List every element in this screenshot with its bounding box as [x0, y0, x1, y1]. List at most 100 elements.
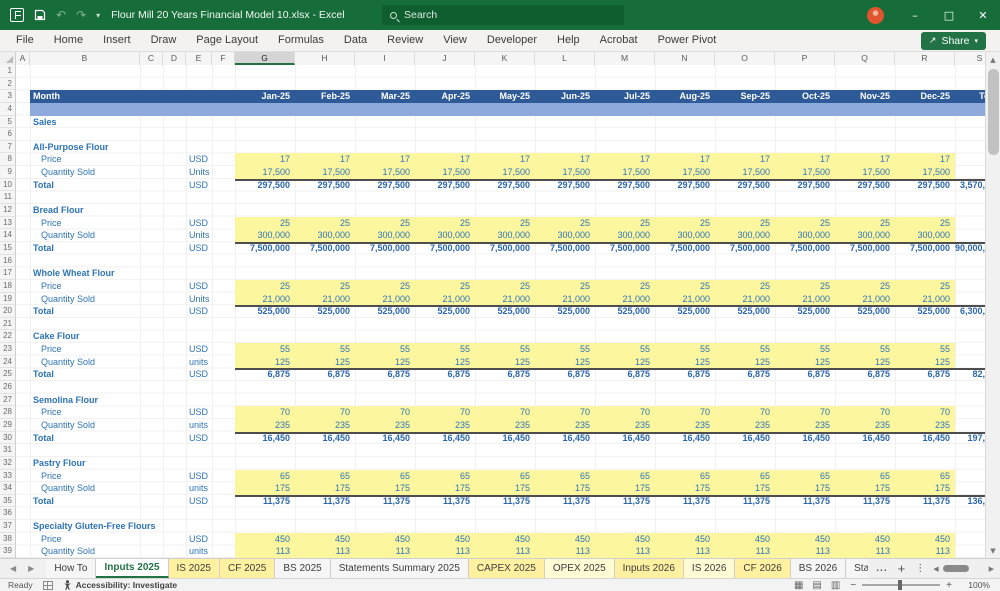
sheet-tab-inputs-2025[interactable]: Inputs 2025	[96, 559, 169, 578]
cell-quantity-value[interactable]: 300,000	[535, 229, 595, 242]
month-header-Nov-25[interactable]: Nov-25	[835, 90, 895, 103]
sheet-tab-is-2025[interactable]: IS 2025	[168, 559, 220, 578]
cell-section-name[interactable]: Semolina Flour	[30, 394, 235, 407]
cell-total-label[interactable]: Total	[30, 179, 186, 192]
cell-price-value[interactable]: 25	[775, 216, 835, 230]
cell-quantity-unit[interactable]: units	[186, 356, 235, 369]
cell-quantity-value[interactable]: 17,500	[655, 166, 715, 179]
cell-quantity-value[interactable]: 125	[355, 355, 415, 369]
normal-view-icon[interactable]: ▦	[794, 580, 803, 591]
row-header-33[interactable]: 33	[0, 469, 16, 483]
month-header-Jan-25[interactable]: Jan-25	[235, 90, 295, 103]
row-header-2[interactable]: 2	[0, 77, 16, 91]
cell-quantity-value[interactable]: 113	[295, 545, 355, 558]
cell-price-value[interactable]: 450	[895, 532, 955, 546]
column-header-G[interactable]: G	[235, 52, 295, 65]
scroll-left-icon[interactable]: ◀	[933, 565, 938, 573]
cell-price-value[interactable]: 55	[475, 343, 535, 356]
restore-button[interactable]: □	[932, 0, 966, 30]
cell-price-value[interactable]: 65	[835, 469, 895, 483]
row-header-15[interactable]: 15	[0, 241, 16, 255]
cell-quantity-value[interactable]: 235	[655, 418, 715, 432]
sheet-tab-opex-2025[interactable]: OPEX 2025	[544, 559, 615, 578]
zoom-in-icon[interactable]: +	[946, 580, 952, 591]
cell-price-value[interactable]: 450	[415, 532, 475, 546]
cell-quantity-value[interactable]: 21,000	[295, 292, 355, 306]
cell-quantity-value[interactable]: 17,500	[355, 166, 415, 179]
ribbon-tab-page-layout[interactable]: Page Layout	[186, 30, 268, 51]
cell-price-value[interactable]: 70	[235, 406, 295, 419]
column-header-J[interactable]: J	[415, 52, 475, 65]
cell-price-value[interactable]: 25	[415, 279, 475, 293]
cell-price-value[interactable]: 450	[355, 532, 415, 546]
undo-icon[interactable]: ↶	[56, 8, 66, 22]
row-header-1[interactable]: 1	[0, 65, 16, 78]
row-header-8[interactable]: 8	[0, 153, 16, 167]
column-header-C[interactable]: C	[140, 52, 163, 65]
cell-quantity-value[interactable]: 235	[835, 418, 895, 432]
save-icon[interactable]	[34, 9, 46, 21]
column-header-A[interactable]: A	[16, 52, 30, 65]
cell-quantity-value[interactable]: 300,000	[295, 229, 355, 242]
cell-quantity-value[interactable]: 125	[295, 355, 355, 369]
cell-price-value[interactable]: 17	[775, 153, 835, 167]
row-header-25[interactable]: 25	[0, 368, 16, 382]
cell-price-value[interactable]: 55	[895, 343, 955, 356]
cell-total-label[interactable]: Total	[30, 368, 186, 381]
row-header-29[interactable]: 29	[0, 418, 16, 432]
cell-total-unit[interactable]: USD	[186, 368, 235, 381]
cell-price-label[interactable]: Price	[30, 343, 186, 356]
cell-total-label[interactable]: Total	[30, 495, 186, 508]
cell-section-name[interactable]: Pastry Flour	[30, 457, 235, 470]
cell-price-value[interactable]: 65	[775, 469, 835, 483]
cell-price-value[interactable]: 25	[895, 216, 955, 230]
cell-quantity-value[interactable]: 21,000	[715, 292, 775, 306]
cell-quantity-value[interactable]: 300,000	[475, 229, 535, 242]
cell-quantity-value[interactable]: 125	[655, 355, 715, 369]
cell-quantity-unit[interactable]: units	[186, 419, 235, 432]
month-header-Feb-25[interactable]: Feb-25	[295, 90, 355, 103]
column-header-P[interactable]: P	[775, 52, 835, 65]
cell-price-value[interactable]: 450	[235, 532, 295, 546]
cell-price-value[interactable]: 450	[595, 532, 655, 546]
cell-price-value[interactable]: 65	[595, 469, 655, 483]
cell-price-value[interactable]: 25	[235, 279, 295, 293]
column-header-I[interactable]: I	[355, 52, 415, 65]
row-header-10[interactable]: 10	[0, 178, 16, 192]
row-header-27[interactable]: 27	[0, 393, 16, 407]
month-header-Sep-25[interactable]: Sep-25	[715, 90, 775, 103]
cell-price-value[interactable]: 17	[355, 153, 415, 167]
cell-quantity-value[interactable]: 175	[775, 482, 835, 495]
cell-quantity-value[interactable]: 175	[295, 482, 355, 495]
month-header-Jul-25[interactable]: Jul-25	[595, 90, 655, 103]
cell-quantity-value[interactable]: 125	[415, 355, 475, 369]
cell-price-value[interactable]: 25	[595, 279, 655, 293]
cell-quantity-value[interactable]: 300,000	[655, 229, 715, 242]
select-all-corner[interactable]	[0, 52, 16, 65]
cell-price-label[interactable]: Price	[30, 217, 186, 230]
row-header-30[interactable]: 30	[0, 431, 16, 445]
cell-price-value[interactable]: 25	[415, 216, 475, 230]
row-header-13[interactable]: 13	[0, 216, 16, 230]
cell-price-value[interactable]: 70	[535, 406, 595, 419]
row-header-31[interactable]: 31	[0, 444, 16, 457]
cell-price-value[interactable]: 65	[415, 469, 475, 483]
cell-price-label[interactable]: Price	[30, 470, 186, 483]
cell-price-value[interactable]: 70	[595, 406, 655, 419]
cell-quantity-value[interactable]: 17,500	[775, 166, 835, 179]
cell-quantity-value[interactable]: 300,000	[235, 229, 295, 242]
cell-quantity-value[interactable]: 175	[895, 482, 955, 495]
cell-total-unit[interactable]: USD	[186, 242, 235, 255]
cell-price-value[interactable]: 25	[895, 279, 955, 293]
cell-price-value[interactable]: 55	[775, 343, 835, 356]
cell-price-unit[interactable]: USD	[186, 533, 235, 546]
cell-price-value[interactable]: 450	[835, 532, 895, 546]
close-button[interactable]: ✕	[966, 0, 1000, 30]
row-header-37[interactable]: 37	[0, 520, 16, 533]
row-header-19[interactable]: 19	[0, 292, 16, 306]
cell-price-value[interactable]: 25	[715, 279, 775, 293]
cell-price-value[interactable]: 70	[775, 406, 835, 419]
column-header-K[interactable]: K	[475, 52, 535, 65]
cell-quantity-value[interactable]: 235	[895, 418, 955, 432]
column-header-D[interactable]: D	[163, 52, 186, 65]
